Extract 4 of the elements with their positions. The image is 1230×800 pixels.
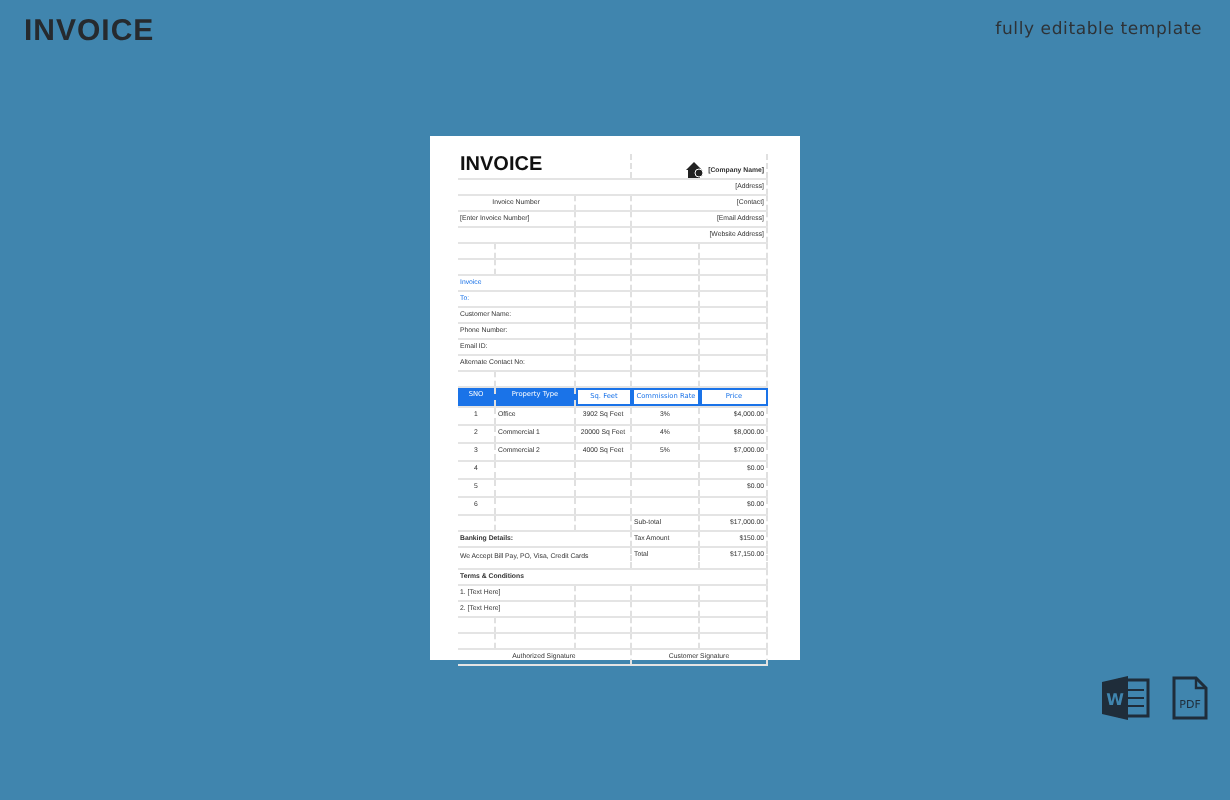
invoice-title: INVOICE (460, 154, 543, 176)
page-title: INVOICE (24, 13, 155, 47)
house-logo-icon (686, 162, 705, 178)
tagline: fully editable template (995, 20, 1202, 40)
